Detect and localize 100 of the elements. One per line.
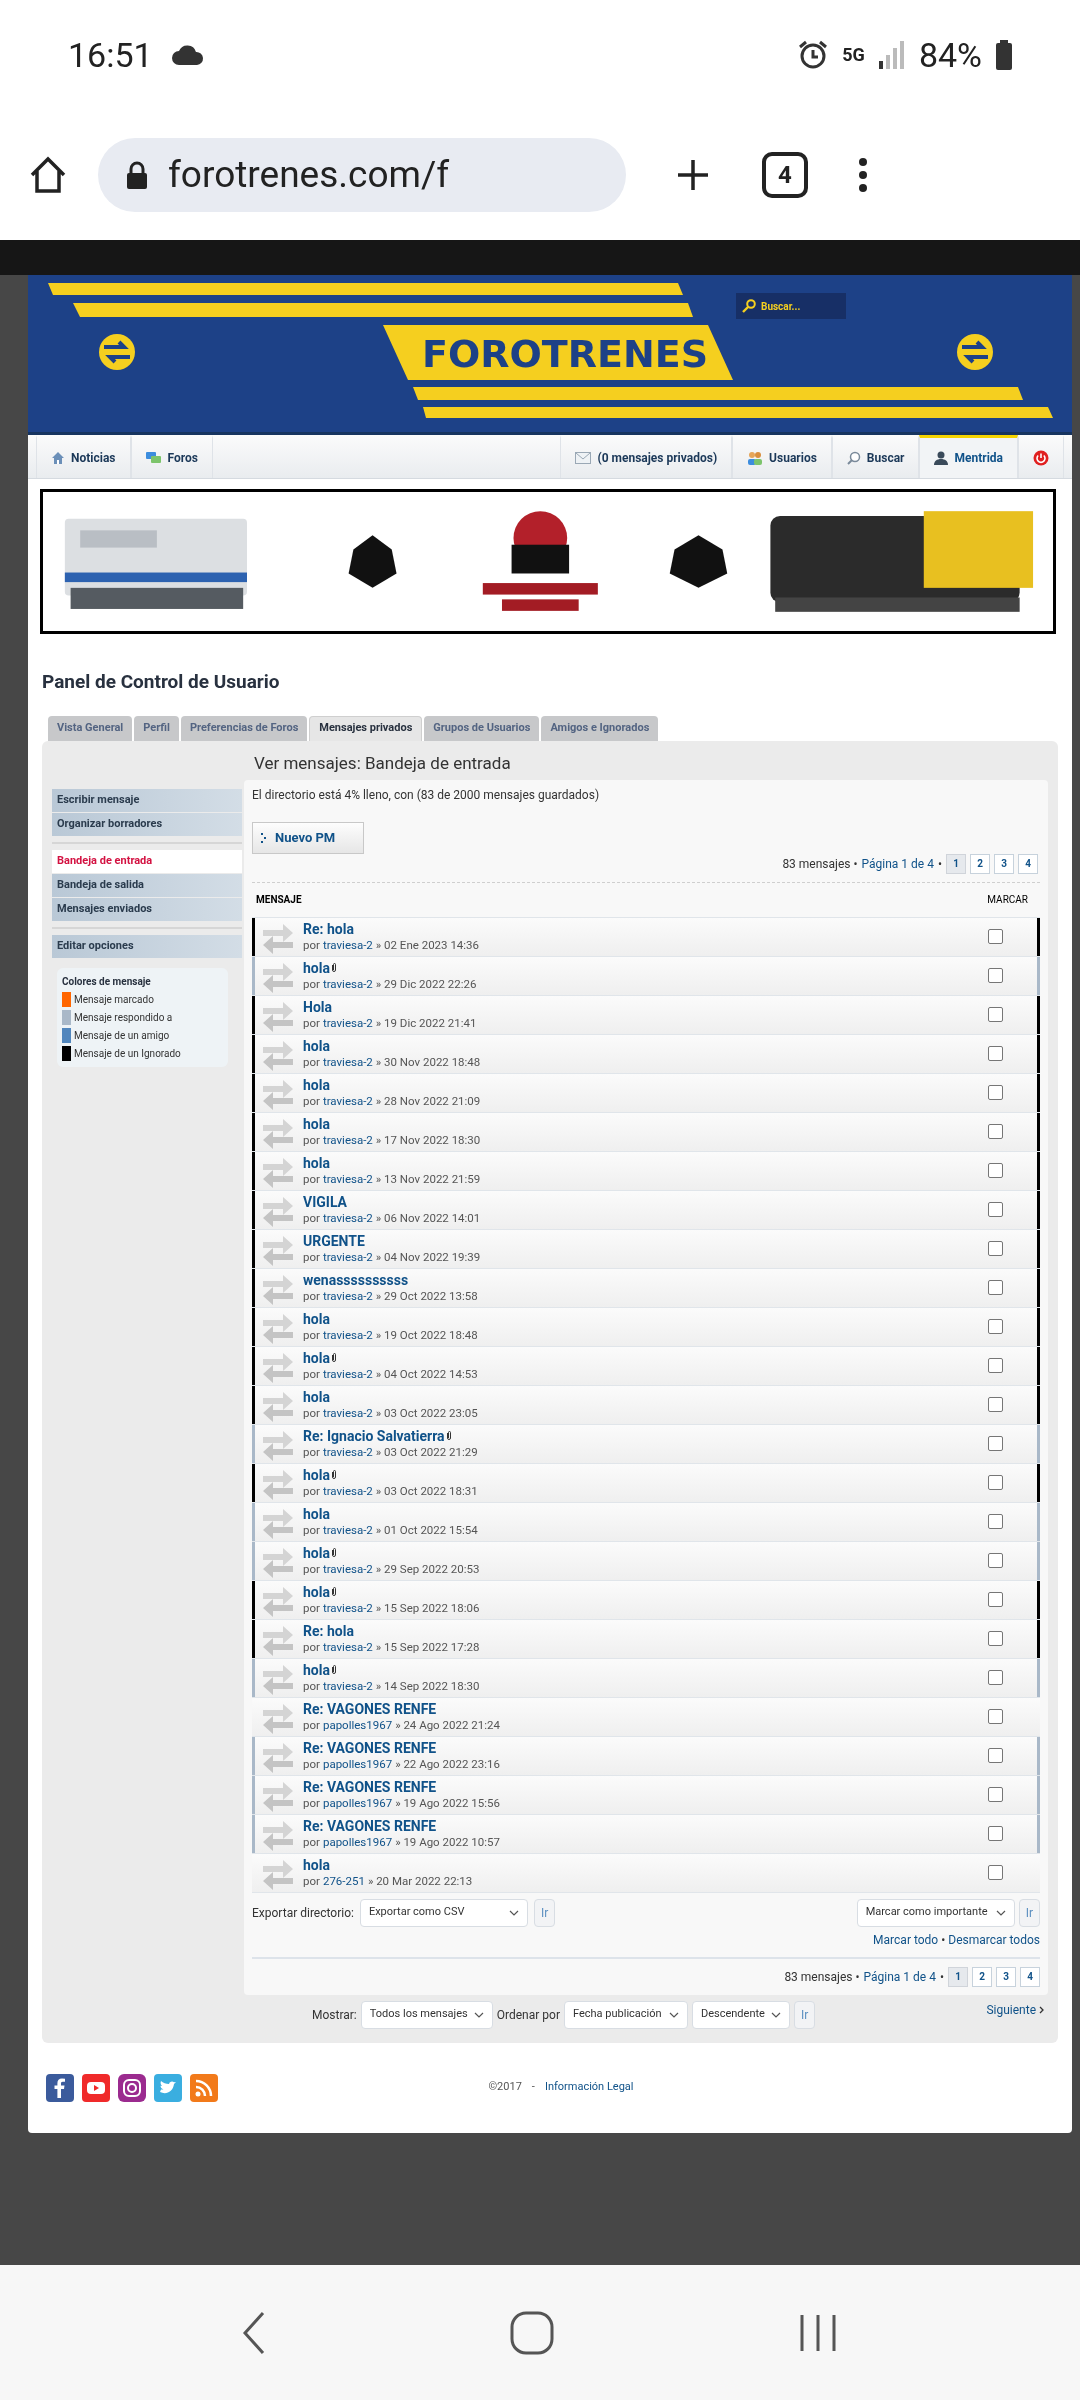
mark-checkbox[interactable] [988, 1397, 1003, 1412]
mark-checkbox[interactable] [988, 1436, 1003, 1451]
page-button[interactable]: 2 [970, 853, 990, 874]
back-icon[interactable] [242, 2310, 266, 2355]
unmark-all-link[interactable]: Desmarcar todos [948, 1930, 1040, 1949]
message-row[interactable]: VIGILA por traviesa-2 » 06 Nov 2022 14:01 [252, 1189, 1040, 1229]
message-row[interactable]: wenassssssssss por traviesa-2 » 29 Oct 2022 13:58 [252, 1267, 1040, 1307]
author-link[interactable]: traviesa-2 [322, 1365, 373, 1382]
message-row[interactable]: hola por traviesa-2 » 29 Dic 2022 22:26 [252, 955, 1040, 995]
author-link[interactable]: papolles1967 [322, 1755, 393, 1772]
sidebar-item[interactable]: Escribir mensaje [52, 788, 242, 812]
author-link[interactable]: traviesa-2 [322, 975, 373, 992]
mark-select[interactable]: Marcar como importante [856, 1898, 1015, 1927]
nav-item[interactable]: Noticias [36, 435, 131, 478]
message-row[interactable]: Re: VAGONES RENFE por papolles1967 » 19 Ago 2022 10:57 [252, 1813, 1040, 1853]
instagram-icon[interactable] [118, 2073, 146, 2102]
panel-tab[interactable]: Preferencias de Foros [180, 715, 308, 741]
author-link[interactable]: papolles1967 [322, 1833, 393, 1850]
facebook-icon[interactable] [46, 2073, 74, 2102]
mark-checkbox[interactable] [988, 968, 1003, 983]
rss-icon[interactable] [190, 2073, 218, 2102]
message-row[interactable]: hola por traviesa-2 » 03 Oct 2022 23:05 [252, 1384, 1040, 1424]
new-tab-icon[interactable] [676, 158, 710, 192]
author-link[interactable]: traviesa-2 [322, 1209, 373, 1226]
message-row[interactable]: hola por traviesa-2 » 17 Nov 2022 18:30 [252, 1111, 1040, 1151]
mark-checkbox[interactable] [988, 1748, 1003, 1763]
author-link[interactable]: traviesa-2 [322, 1677, 373, 1694]
message-row[interactable]: hola por traviesa-2 » 04 Oct 2022 14:53 [252, 1345, 1040, 1385]
message-title[interactable]: URGENTE [303, 1232, 365, 1249]
home-icon[interactable] [28, 155, 68, 195]
mark-checkbox[interactable] [988, 1865, 1003, 1880]
message-title[interactable]: hola [303, 1505, 330, 1522]
message-title[interactable]: hola [303, 1349, 330, 1366]
message-row[interactable]: Re: hola por traviesa-2 » 02 Ene 2023 14:36 [252, 916, 1040, 956]
author-link[interactable]: papolles1967 [322, 1716, 393, 1733]
message-title[interactable]: Re: VAGONES RENFE [303, 1778, 437, 1795]
mark-checkbox[interactable] [988, 1787, 1003, 1802]
message-row[interactable]: hola por traviesa-2 » 13 Nov 2022 21:59 [252, 1150, 1040, 1190]
message-row[interactable]: hola por traviesa-2 » 30 Nov 2022 18:48 [252, 1033, 1040, 1073]
author-link[interactable]: papolles1967 [322, 1794, 393, 1811]
mark-all-link[interactable]: Marcar todo [873, 1930, 939, 1949]
mark-checkbox[interactable] [988, 1670, 1003, 1685]
message-title[interactable]: Re: hola [303, 1622, 354, 1639]
message-row[interactable]: Re: VAGONES RENFE por papolles1967 » 22 Ago 2022 23:16 [252, 1735, 1040, 1775]
message-row[interactable]: hola por traviesa-2 » 29 Sep 2022 20:53 [252, 1540, 1040, 1580]
next-link[interactable]: Siguiente [986, 2000, 1048, 2019]
page-button[interactable]: 4 [1020, 1966, 1040, 1987]
author-link[interactable]: traviesa-2 [322, 1404, 373, 1421]
message-title[interactable]: hola [303, 1037, 330, 1054]
menu-icon[interactable] [858, 157, 868, 193]
show-select[interactable]: Todos los mensajes [360, 2000, 493, 2029]
message-title[interactable]: hola [303, 1154, 330, 1171]
mark-checkbox[interactable] [988, 1241, 1003, 1256]
author-link[interactable]: traviesa-2 [322, 1482, 373, 1499]
page-button[interactable]: 3 [996, 1966, 1016, 1987]
mark-checkbox[interactable] [988, 929, 1003, 944]
author-link[interactable]: traviesa-2 [322, 1170, 373, 1187]
tab-count-button[interactable]: 4 [762, 152, 808, 198]
mark-checkbox[interactable] [988, 1631, 1003, 1646]
mark-checkbox[interactable] [988, 1475, 1003, 1490]
home-button-icon[interactable] [510, 2310, 554, 2355]
sidebar-item[interactable]: Bandeja de salida [52, 873, 242, 897]
author-link[interactable]: traviesa-2 [322, 1560, 373, 1577]
message-title[interactable]: Re: VAGONES RENFE [303, 1817, 437, 1834]
panel-tab[interactable]: Perfil [134, 715, 179, 741]
nav-item[interactable]: Mentrida [919, 435, 1018, 478]
author-link[interactable]: traviesa-2 [322, 1014, 373, 1031]
message-title[interactable]: Re: VAGONES RENFE [303, 1700, 437, 1717]
message-row[interactable]: URGENTE por traviesa-2 » 04 Nov 2022 19:39 [252, 1228, 1040, 1268]
message-title[interactable]: hola [303, 1310, 330, 1327]
message-title[interactable]: hola [303, 1388, 330, 1405]
message-title[interactable]: hola [303, 1856, 330, 1873]
message-row[interactable]: Re: VAGONES RENFE por papolles1967 » 24 Ago 2022 21:24 [252, 1696, 1040, 1736]
mark-checkbox[interactable] [988, 1826, 1003, 1841]
panel-tab[interactable]: Mensajes privados [309, 715, 423, 741]
nav-item[interactable] [1018, 435, 1064, 478]
author-link[interactable]: traviesa-2 [322, 1326, 373, 1343]
message-title[interactable]: hola [303, 1583, 330, 1600]
message-row[interactable]: Re: hola por traviesa-2 » 15 Sep 2022 17:28 [252, 1618, 1040, 1658]
author-link[interactable]: traviesa-2 [322, 1521, 373, 1538]
panel-tab[interactable]: Amigos e Ignorados [541, 715, 659, 741]
page-button[interactable]: 2 [972, 1966, 992, 1987]
bird-icon[interactable] [154, 2073, 182, 2102]
page-link[interactable]: Página 1 de 4 [861, 854, 934, 873]
nav-item[interactable]: Usuarios [732, 435, 832, 478]
message-title[interactable]: Hola [303, 998, 332, 1015]
page-button[interactable]: 1 [946, 853, 966, 874]
message-row[interactable]: hola por traviesa-2 » 03 Oct 2022 18:31 [252, 1462, 1040, 1502]
message-row[interactable]: hola por traviesa-2 » 15 Sep 2022 18:06 [252, 1579, 1040, 1619]
mark-checkbox[interactable] [988, 1007, 1003, 1022]
mark-checkbox[interactable] [988, 1553, 1003, 1568]
message-row[interactable]: hola por traviesa-2 » 01 Oct 2022 15:54 [252, 1501, 1040, 1541]
mark-checkbox[interactable] [988, 1163, 1003, 1178]
page-link[interactable]: Página 1 de 4 [863, 1967, 936, 1986]
author-link[interactable]: traviesa-2 [322, 1638, 373, 1655]
mark-checkbox[interactable] [988, 1085, 1003, 1100]
author-link[interactable]: traviesa-2 [322, 1443, 373, 1460]
message-title[interactable]: Re: Ignacio Salvatierra [303, 1427, 445, 1444]
author-link[interactable]: traviesa-2 [322, 1287, 373, 1304]
message-title[interactable]: VIGILA [303, 1193, 347, 1210]
